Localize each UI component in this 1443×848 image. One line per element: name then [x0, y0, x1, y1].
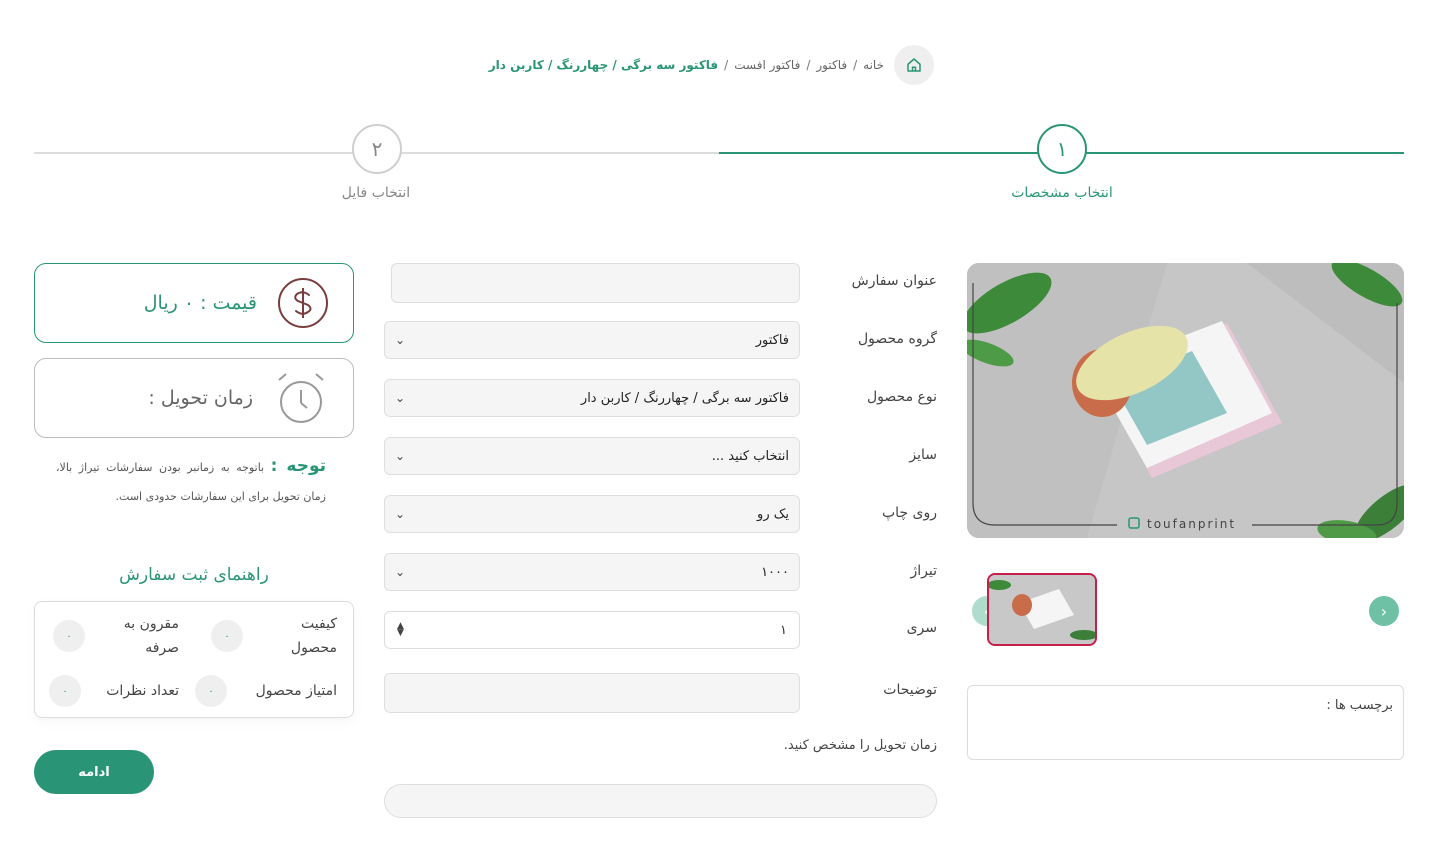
size-label: سایز: [909, 447, 937, 463]
continue-button[interactable]: ادامه: [34, 750, 154, 794]
size-select[interactable]: انتخاب کنید ... ⌄: [384, 437, 800, 475]
stepper-arrows-icon[interactable]: ▲ ▼: [397, 622, 404, 638]
circulation-value: ۱۰۰۰: [761, 564, 789, 580]
breadcrumb-item-factor[interactable]: فاکتور: [816, 58, 847, 72]
guide-item-badge: ۰: [53, 620, 85, 652]
guide-item-badge: ۰: [211, 620, 243, 652]
guide-item-rating: امتیاز محصول ۰: [195, 675, 337, 707]
guide-title: راهنمای ثبت سفارش: [119, 565, 269, 585]
step-1-circle[interactable]: ۱: [1037, 124, 1087, 174]
home-icon: [907, 58, 921, 72]
delivery-note: زمان تحویل را مشخص کنید.: [783, 738, 937, 753]
size-value: انتخاب کنید ...: [711, 448, 789, 464]
product-group-value: فاکتور: [755, 332, 789, 348]
guide-item-affordable: مقرون به صرفه ۰: [53, 612, 179, 660]
delivery-time-input[interactable]: [384, 784, 937, 818]
breadcrumb-separator: /: [724, 58, 729, 72]
circulation-label: تیراژ: [910, 563, 938, 579]
breadcrumb: خانه / فاکتور / فاکتور افست / فاکتور سه …: [489, 45, 934, 85]
series-label: سری: [906, 620, 937, 636]
chevron-down-icon: ⌄: [395, 565, 406, 579]
breadcrumb-separator: /: [806, 58, 811, 72]
guide-item-label: کیفیت محصول: [290, 616, 337, 656]
chevron-right-icon: ›: [1380, 601, 1388, 621]
print-side-value: یک رو: [757, 506, 789, 522]
step-2-label: انتخاب فایل: [341, 185, 411, 201]
guide-item-reviews: تعداد نظرات ۰: [49, 675, 179, 707]
product-group-label: گروه محصول: [857, 331, 937, 347]
tags-box: برچسب ها :: [967, 685, 1404, 760]
chevron-down-icon: ⌄: [395, 333, 406, 347]
home-button[interactable]: [894, 45, 934, 85]
dollar-icon: [278, 278, 328, 328]
order-title-input[interactable]: [391, 263, 800, 303]
thumbnail-photo: [989, 575, 1095, 644]
description-textarea[interactable]: [384, 673, 800, 713]
guide-item-label: تعداد نظرات: [106, 683, 179, 699]
product-group-select[interactable]: فاکتور ⌄: [384, 321, 800, 359]
breadcrumb-item-offset[interactable]: فاکتور افست: [734, 58, 800, 72]
price-text: قیمت : ۰ ریال: [143, 292, 257, 314]
print-side-select[interactable]: یک رو ⌄: [384, 495, 800, 533]
guide-item-label: مقرون به صرفه: [123, 616, 179, 656]
guide-item-badge: ۰: [49, 675, 81, 707]
breadcrumb-home[interactable]: خانه: [863, 58, 884, 72]
notice-title: توجه :: [270, 456, 326, 476]
delivery-text: زمان تحویل :: [148, 387, 253, 409]
series-stepper[interactable]: ▲ ▼ ۱: [384, 611, 800, 649]
chevron-down-icon: ⌄: [395, 449, 406, 463]
order-title-label: عنوان سفارش: [851, 273, 937, 289]
guide-item-label: امتیاز محصول: [255, 683, 337, 699]
product-type-label: نوع محصول: [866, 389, 937, 405]
product-photo: toufanprint: [967, 263, 1404, 538]
notice: توجه : باتوجه به زمانبر بودن سفارشات تیر…: [56, 452, 326, 511]
guide-box: کیفیت محصول ۰ مقرون به صرفه ۰ امتیاز محص…: [34, 601, 354, 718]
description-label: توضیحات: [883, 682, 937, 698]
print-side-label: روی چاپ: [881, 505, 937, 521]
next-image-button[interactable]: ›: [1369, 596, 1399, 626]
step-1-label: انتخاب مشخصات: [1011, 185, 1113, 201]
guide-item-badge: ۰: [195, 675, 227, 707]
product-type-value: فاکتور سه برگی / چهاررنگ / کاربن دار: [580, 390, 789, 406]
tags-label: برچسب ها :: [1326, 698, 1393, 713]
chevron-down-icon: ⌄: [395, 507, 406, 521]
series-value: ۱: [780, 622, 787, 638]
stopwatch-icon: [278, 373, 324, 423]
delivery-card: زمان تحویل :: [34, 358, 354, 438]
guide-item-quality: کیفیت محصول ۰: [211, 612, 337, 660]
product-image: toufanprint: [967, 263, 1404, 538]
product-thumbnail[interactable]: [987, 573, 1097, 646]
circulation-select[interactable]: ۱۰۰۰ ⌄: [384, 553, 800, 591]
price-card: قیمت : ۰ ریال: [34, 263, 354, 343]
breadcrumb-current: فاکتور سه برگی / چهاررنگ / کاربن دار: [488, 58, 719, 72]
breadcrumb-separator: /: [853, 58, 858, 72]
chevron-down-icon: ⌄: [395, 391, 406, 405]
watermark-text: toufanprint: [1147, 517, 1236, 531]
product-type-select[interactable]: فاکتور سه برگی / چهاررنگ / کاربن دار ⌄: [384, 379, 800, 417]
step-2-circle[interactable]: ۲: [352, 124, 402, 174]
